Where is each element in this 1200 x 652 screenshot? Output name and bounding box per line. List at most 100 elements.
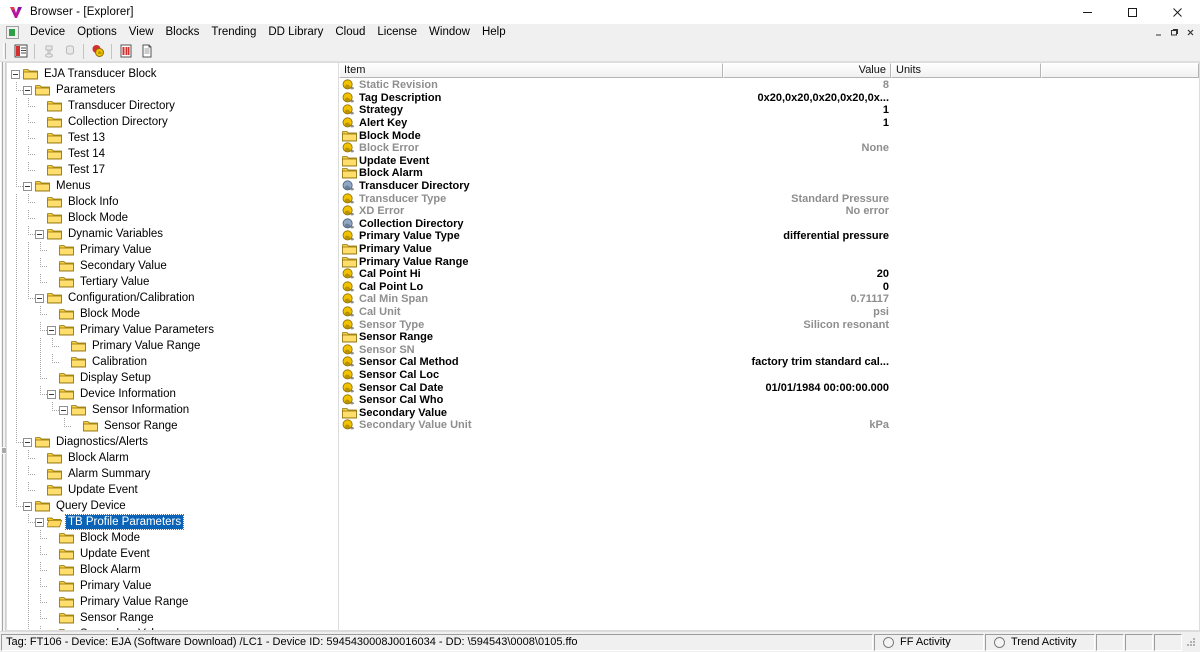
column-header-blank[interactable] xyxy=(1041,63,1199,78)
toolbar-grip[interactable] xyxy=(3,43,7,59)
block-list-icon[interactable] xyxy=(10,42,31,60)
tree-item-test-13[interactable]: Test 13 xyxy=(11,130,338,146)
column-header-item[interactable]: Item xyxy=(339,63,723,78)
tree-expand-toggle[interactable] xyxy=(23,437,32,447)
table-row[interactable]: Collection Directory xyxy=(339,218,1199,231)
report-icon[interactable] xyxy=(115,42,136,60)
table-row[interactable]: Secondary Value xyxy=(339,406,1199,419)
tree-expand-toggle[interactable] xyxy=(47,325,56,335)
tree-expand-toggle[interactable] xyxy=(59,405,68,415)
table-row[interactable]: Static Revision 8 xyxy=(339,79,1199,92)
cell-value[interactable]: No error xyxy=(723,205,891,217)
tree-item-sensor-information[interactable]: Sensor Information xyxy=(11,402,338,418)
tree-item-block-mode[interactable]: Block Mode xyxy=(11,530,338,546)
cell-value[interactable]: None xyxy=(723,142,891,154)
tree-item-collection-directory[interactable]: Collection Directory xyxy=(11,114,338,130)
system-menu-icon[interactable] xyxy=(6,26,19,39)
tree-item-secondary-value[interactable]: Secondary Value xyxy=(11,626,338,630)
tree-item-menus[interactable]: Menus xyxy=(11,178,338,194)
table-row[interactable]: Block Error None xyxy=(339,142,1199,155)
tree-item-configuration-calibration[interactable]: Configuration/Calibration xyxy=(11,290,338,306)
cell-value[interactable]: psi xyxy=(723,306,891,318)
table-row[interactable]: Secondary Value Unit kPa xyxy=(339,419,1199,432)
tree-expand-toggle[interactable] xyxy=(23,85,32,95)
cell-value[interactable]: 0.71117 xyxy=(723,293,891,305)
tree-item-block-mode[interactable]: Block Mode xyxy=(11,306,338,322)
tree-item-diagnostics-alerts[interactable]: Diagnostics/Alerts xyxy=(11,434,338,450)
window-minimize-button[interactable] xyxy=(1065,0,1110,24)
tree-expand-toggle[interactable] xyxy=(23,181,32,191)
menu-item-trending[interactable]: Trending xyxy=(205,24,262,41)
table-row[interactable]: Cal Unit psi xyxy=(339,306,1199,319)
tree-item-tertiary-value[interactable]: Tertiary Value xyxy=(11,274,338,290)
tree-item-dynamic-variables[interactable]: Dynamic Variables xyxy=(11,226,338,242)
tree-item-update-event[interactable]: Update Event xyxy=(11,482,338,498)
alarm-bell-icon[interactable] xyxy=(87,42,108,60)
window-maximize-button[interactable] xyxy=(1110,0,1155,24)
tree-item-display-setup[interactable]: Display Setup xyxy=(11,370,338,386)
navigation-tree-pane[interactable]: EJA Transducer Block Parameters Transducer… xyxy=(6,62,338,631)
document-icon[interactable] xyxy=(136,42,157,60)
mdi-restore-button[interactable] xyxy=(1167,25,1182,40)
table-row[interactable]: Alert Key 1 xyxy=(339,117,1199,130)
menu-item-blocks[interactable]: Blocks xyxy=(160,24,206,41)
table-row[interactable]: XD Error No error xyxy=(339,205,1199,218)
tree-item-query-device[interactable]: Query Device xyxy=(11,498,338,514)
table-row[interactable]: Update Event xyxy=(339,155,1199,168)
tree-item-secondary-value[interactable]: Secondary Value xyxy=(11,258,338,274)
menu-item-dd-library[interactable]: DD Library xyxy=(262,24,329,41)
tree-item-alarm-summary[interactable]: Alarm Summary xyxy=(11,466,338,482)
menu-item-options[interactable]: Options xyxy=(71,24,123,41)
table-row[interactable]: Transducer Directory xyxy=(339,180,1199,193)
tree-item-device-information[interactable]: Device Information xyxy=(11,386,338,402)
mdi-minimize-button[interactable] xyxy=(1151,25,1166,40)
upload-icon[interactable] xyxy=(59,42,80,60)
mdi-close-button[interactable] xyxy=(1183,25,1198,40)
tree-item-test-17[interactable]: Test 17 xyxy=(11,162,338,178)
table-row[interactable]: Sensor Range xyxy=(339,331,1199,344)
tree-item-primary-value[interactable]: Primary Value xyxy=(11,242,338,258)
tree-item-primary-value-range[interactable]: Primary Value Range xyxy=(11,338,338,354)
tree-item-parameters[interactable]: Parameters xyxy=(11,82,338,98)
tree-expand-toggle[interactable] xyxy=(35,293,44,303)
tree-item-primary-value[interactable]: Primary Value xyxy=(11,578,338,594)
tree-item-block-info[interactable]: Block Info xyxy=(11,194,338,210)
download-icon[interactable] xyxy=(38,42,59,60)
tree-item-tb-profile-parameters[interactable]: TB Profile Parameters xyxy=(11,514,338,530)
tree-item-transducer-directory[interactable]: Transducer Directory xyxy=(11,98,338,114)
table-row[interactable]: Sensor Cal Method factory trim standard c… xyxy=(339,356,1199,369)
table-row[interactable]: Block Alarm xyxy=(339,167,1199,180)
tree-item-test-14[interactable]: Test 14 xyxy=(11,146,338,162)
cell-value[interactable]: differential pressure xyxy=(723,230,891,242)
column-header-value[interactable]: Value xyxy=(723,63,891,78)
cell-value[interactable]: 8 xyxy=(723,79,891,91)
tree-item-block-mode[interactable]: Block Mode xyxy=(11,210,338,226)
table-row[interactable]: Sensor SN xyxy=(339,343,1199,356)
tree-item-block-alarm[interactable]: Block Alarm xyxy=(11,450,338,466)
tree-expand-toggle[interactable] xyxy=(11,69,20,79)
table-row[interactable]: Sensor Cal Date 01/01/1984 00:00:00.000 xyxy=(339,381,1199,394)
cell-value[interactable]: Standard Pressure xyxy=(723,193,891,205)
cell-value[interactable]: 0x20,0x20,0x20,0x20,0x... xyxy=(723,92,891,104)
tree-expand-toggle[interactable] xyxy=(23,501,32,511)
tree-expand-toggle[interactable] xyxy=(35,517,44,527)
table-row[interactable]: Transducer Type Standard Pressure xyxy=(339,192,1199,205)
table-row[interactable]: Primary Value Type differential pressure xyxy=(339,230,1199,243)
cell-value[interactable]: 0 xyxy=(723,281,891,293)
tree-expand-toggle[interactable] xyxy=(35,229,44,239)
table-row[interactable]: Cal Point Hi 20 xyxy=(339,268,1199,281)
menu-item-view[interactable]: View xyxy=(123,24,160,41)
menu-item-help[interactable]: Help xyxy=(476,24,512,41)
tree-item-primary-value-range[interactable]: Primary Value Range xyxy=(11,594,338,610)
resize-grip-icon[interactable] xyxy=(1184,635,1198,649)
cell-value[interactable]: factory trim standard cal... xyxy=(723,356,891,368)
cell-value[interactable]: 01/01/1984 00:00:00.000 xyxy=(723,382,891,394)
table-row[interactable]: Sensor Cal Loc xyxy=(339,369,1199,382)
menu-item-device[interactable]: Device xyxy=(24,24,71,41)
tree-item-eja-transducer-block[interactable]: EJA Transducer Block xyxy=(11,66,338,82)
parameter-list-pane[interactable]: Item Value Units Static Revision 8 Tag Des… xyxy=(338,62,1200,631)
table-row[interactable]: Tag Description 0x20,0x20,0x20,0x20,0x... xyxy=(339,92,1199,105)
table-row[interactable]: Cal Min Span 0.71117 xyxy=(339,293,1199,306)
cell-value[interactable]: Silicon resonant xyxy=(723,319,891,331)
window-close-button[interactable] xyxy=(1155,0,1200,24)
